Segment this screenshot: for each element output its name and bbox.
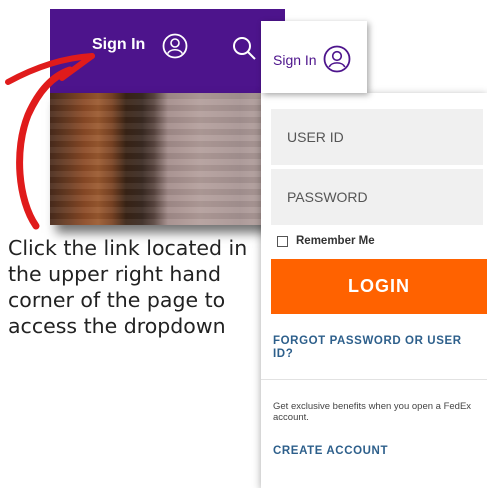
signin-link[interactable]: Sign In <box>261 21 367 93</box>
remember-me-row[interactable]: Remember Me <box>277 235 375 247</box>
remember-me-label: Remember Me <box>296 235 375 247</box>
remember-me-checkbox[interactable] <box>277 235 288 247</box>
user-circle-icon <box>162 33 188 59</box>
signin-link-label: Sign In <box>273 52 317 68</box>
user-circle-icon <box>323 45 351 73</box>
create-account-link[interactable]: CREATE ACCOUNT <box>273 445 388 457</box>
forgot-password-link[interactable]: FORGOT PASSWORD OR USER ID? <box>273 335 478 361</box>
signin-dropdown-panel: Remember Me LOGIN FORGOT PASSWORD OR USE… <box>261 93 487 488</box>
password-input[interactable] <box>271 169 483 225</box>
search-icon <box>233 37 256 60</box>
login-button[interactable]: LOGIN <box>271 259 487 314</box>
benefits-text: Get exclusive benefits when you open a F… <box>273 401 472 423</box>
instruction-text: Click the link located in the upper righ… <box>8 236 248 338</box>
user-id-input[interactable] <box>271 109 483 165</box>
red-arrow-icon <box>5 53 95 230</box>
panel-divider <box>261 379 487 380</box>
